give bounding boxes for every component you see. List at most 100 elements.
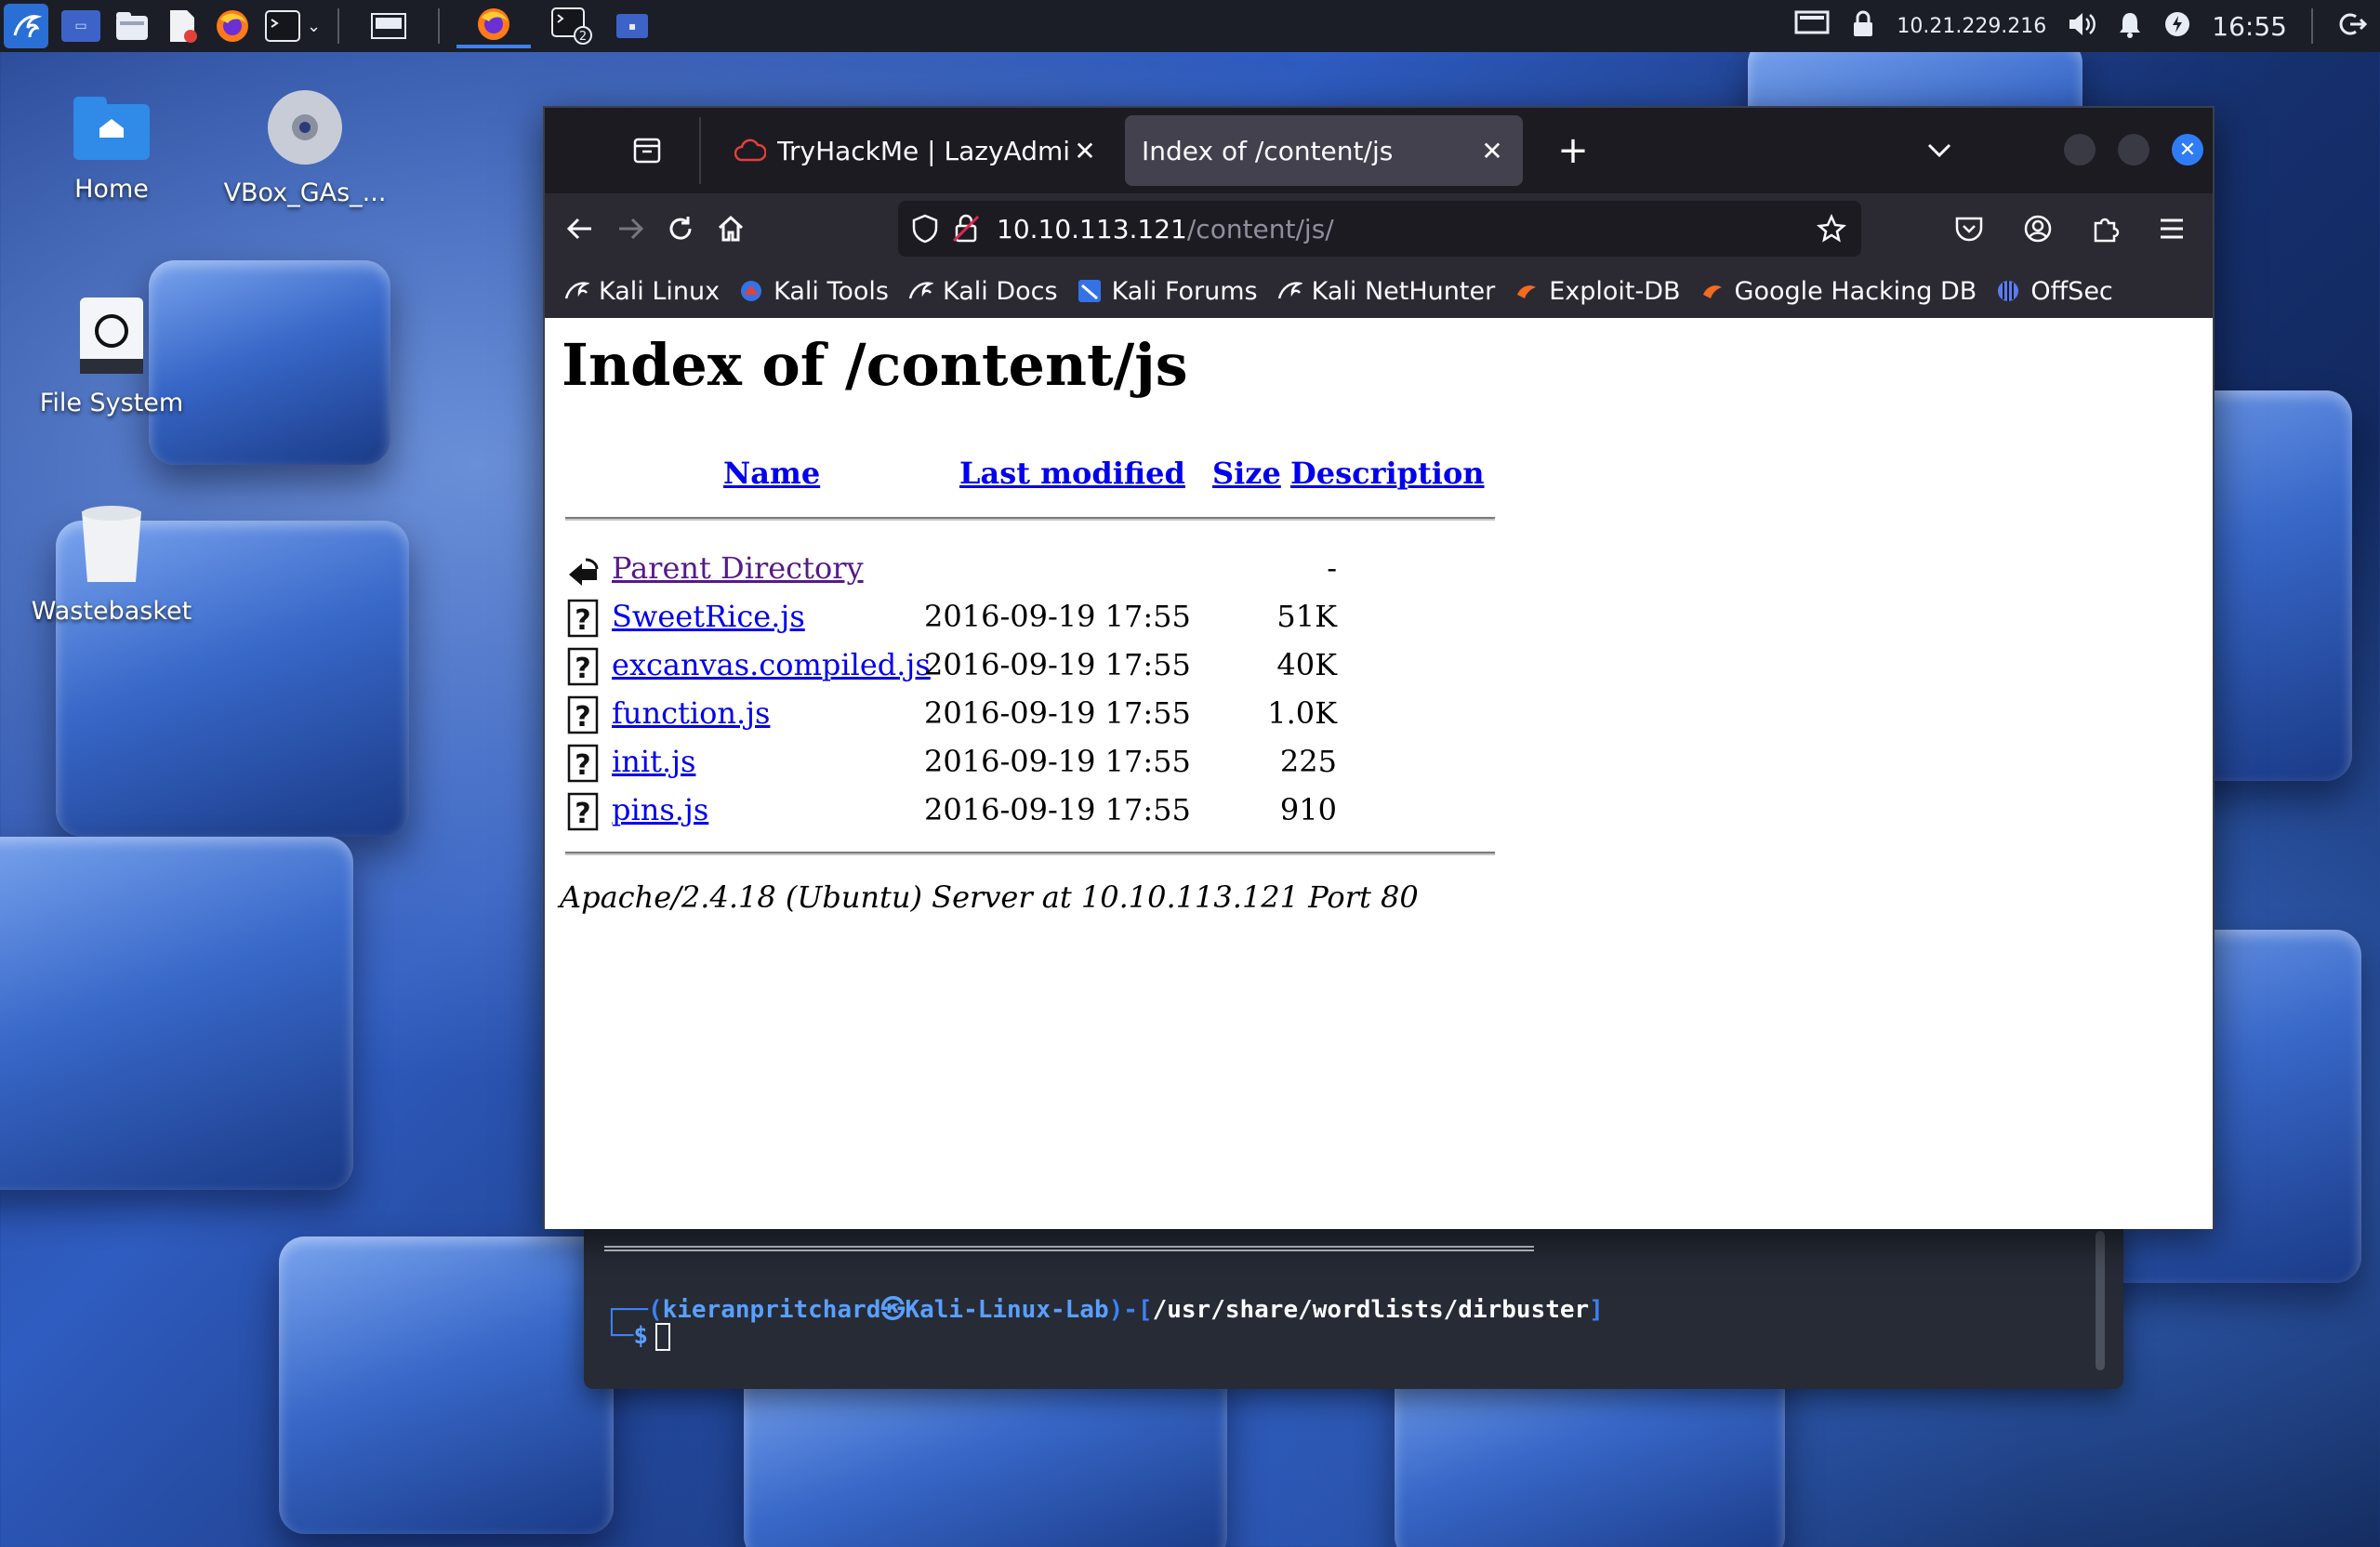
shield-icon[interactable] (911, 213, 939, 245)
firefox-launcher[interactable] (214, 7, 251, 45)
taskbar-vbox-window[interactable]: ▪ (616, 14, 649, 38)
firefox-window: TryHackMe | LazyAdmin ✕ Index of /conten… (543, 106, 2215, 1229)
new-tab-button[interactable]: + (1553, 129, 1593, 172)
workspace-switcher[interactable] (356, 7, 421, 45)
extensions-button[interactable] (2084, 208, 2125, 249)
row-last-modified: 2016-09-19 17:55 (924, 647, 1191, 682)
minimize-window-button[interactable] (2064, 134, 2096, 165)
workspace-icon (371, 13, 407, 39)
notification-bell-icon[interactable] (2117, 10, 2143, 42)
desktop-icon-file-system[interactable]: File System (19, 294, 205, 417)
kali-dragon-icon (13, 15, 43, 38)
tab-tryhackme[interactable]: TryHackMe | LazyAdmin ✕ (718, 115, 1116, 186)
parent-directory-link[interactable]: Parent Directory (612, 550, 864, 586)
url-bar[interactable]: 10.10.113.121/content/js/ (898, 201, 1861, 257)
terminal-group-icon: 2 (551, 7, 593, 45)
column-header-name[interactable]: Name (723, 456, 820, 491)
exploit-db-icon (1699, 278, 1726, 304)
terminal-scrollbar[interactable] (2096, 1231, 2105, 1370)
panel-clock[interactable]: 16:55 (2212, 11, 2287, 42)
terminal-window[interactable]: ┌──(kieranpritchard㉿Kali-Linux-Lab)-[/us… (584, 1218, 2123, 1389)
firefox-view-button[interactable] (627, 130, 668, 171)
server-signature: Apache/2.4.18 (Ubuntu) Server at 10.10.1… (560, 879, 1419, 915)
svg-text:?: ? (575, 604, 590, 637)
volume-icon[interactable] (2067, 10, 2096, 42)
logout-icon[interactable] (2337, 9, 2368, 43)
row-last-modified: 2016-09-19 17:55 (924, 695, 1191, 731)
taskbar-terminal-window[interactable]: 2 (544, 4, 600, 48)
file-link[interactable]: SweetRice.js (612, 599, 805, 634)
bookmark-exploit-db[interactable]: Exploit-DB (1514, 276, 1681, 306)
list-all-tabs-button[interactable] (1919, 130, 1960, 171)
terminal-input-line[interactable]: └─$ (604, 1322, 670, 1351)
bookmark-kali-linux[interactable]: Kali Linux (563, 277, 720, 306)
desktop-icon-vbox-gas[interactable]: VBox_GAs_... (212, 87, 398, 207)
close-window-button[interactable]: ✕ (2172, 134, 2203, 165)
file-link[interactable]: pins.js (612, 792, 708, 827)
svg-text:?: ? (575, 701, 590, 734)
desktop-icon-wastebasket[interactable]: Wastebasket (19, 502, 205, 626)
vpn-lock-icon[interactable] (1850, 10, 1876, 42)
table-row: Parent Directory - (565, 545, 1495, 593)
column-header-last-modified[interactable]: Last modified (959, 456, 1185, 491)
back-button[interactable] (560, 208, 601, 249)
terminal-launcher[interactable] (264, 7, 301, 45)
desktop-icon-home[interactable]: Home (19, 93, 205, 204)
file-link[interactable]: function.js (612, 695, 770, 731)
unknown-file-icon: ? (567, 792, 599, 831)
desktop-icon-label: Wastebasket (31, 597, 192, 626)
applications-menu-button[interactable] (4, 4, 48, 48)
show-desktop-button[interactable]: ▭ (61, 10, 100, 42)
forward-button[interactable] (610, 208, 651, 249)
power-status-icon[interactable] (2163, 10, 2191, 42)
terminal-cwd: /usr/share/wordlists/dirbuster (1152, 1296, 1590, 1324)
bookmark-star-button[interactable] (1815, 212, 1848, 245)
tab-index-content-js[interactable]: Index of /content/js ✕ (1125, 115, 1523, 186)
file-manager-launcher[interactable] (113, 7, 151, 45)
bookmark-kali-tools[interactable]: Kali Tools (738, 277, 889, 306)
home-icon (718, 215, 744, 242)
table-row: ? pins.js 2016-09-19 17:55 910 (565, 787, 1495, 835)
bookmark-label: Kali NetHunter (1311, 276, 1496, 306)
svg-text:?: ? (575, 798, 590, 830)
taskbar-firefox-window[interactable] (456, 4, 532, 48)
row-size: 40K (1276, 647, 1337, 682)
bookmark-offsec[interactable]: OffSec (1995, 277, 2113, 306)
terminal-prompt-line: ┌──(kieranpritchard㉿Kali-Linux-Lab)-[/us… (604, 1296, 1604, 1324)
chevron-down-icon[interactable]: ⌄ (307, 17, 321, 36)
close-tab-icon[interactable]: ✕ (1478, 136, 1506, 166)
svg-text:2: 2 (579, 30, 587, 44)
parent-directory-icon (569, 558, 599, 586)
account-button[interactable] (2017, 208, 2058, 249)
top-panel: ▭ ⌄ 2 ▪ 10.21.229.216 16:55 (0, 0, 2380, 52)
home-button[interactable] (710, 208, 751, 249)
column-header-description[interactable]: Description (1290, 456, 1485, 491)
hamburger-menu-icon (2161, 218, 2183, 239)
terminal-cursor (654, 1322, 670, 1351)
row-size: - (1327, 550, 1337, 586)
panel-separator (337, 8, 340, 44)
file-link[interactable]: init.js (612, 744, 695, 779)
text-editor-launcher[interactable] (164, 7, 201, 45)
close-tab-icon[interactable]: ✕ (1071, 136, 1099, 166)
terminal-host: Kali-Linux-Lab (905, 1296, 1109, 1324)
bookmark-kali-docs[interactable]: Kali Docs (907, 277, 1058, 306)
reload-button[interactable] (660, 208, 701, 249)
kali-dragon-icon (1276, 278, 1302, 304)
row-last-modified: 2016-09-19 17:55 (924, 744, 1191, 779)
maximize-window-button[interactable] (2118, 134, 2149, 165)
bookmark-google-hacking-db[interactable]: Google Hacking DB (1699, 277, 1977, 306)
bookmark-kali-forums[interactable]: Kali Forums (1077, 277, 1258, 306)
insecure-lock-icon[interactable] (952, 213, 980, 245)
column-header-size[interactable]: Size (1212, 456, 1281, 491)
kali-forums-icon (1077, 278, 1103, 304)
app-menu-button[interactable] (2151, 208, 2192, 249)
display-icon[interactable] (1794, 10, 1830, 42)
file-link[interactable]: excanvas.compiled.js (612, 647, 931, 682)
bookmark-kali-nethunter[interactable]: Kali NetHunter (1276, 276, 1496, 306)
reload-icon (669, 217, 692, 240)
table-bottom-rule (565, 852, 1495, 855)
bookmark-label: Exploit-DB (1549, 276, 1681, 306)
unknown-file-icon: ? (567, 695, 599, 734)
pocket-button[interactable] (1949, 208, 1990, 249)
